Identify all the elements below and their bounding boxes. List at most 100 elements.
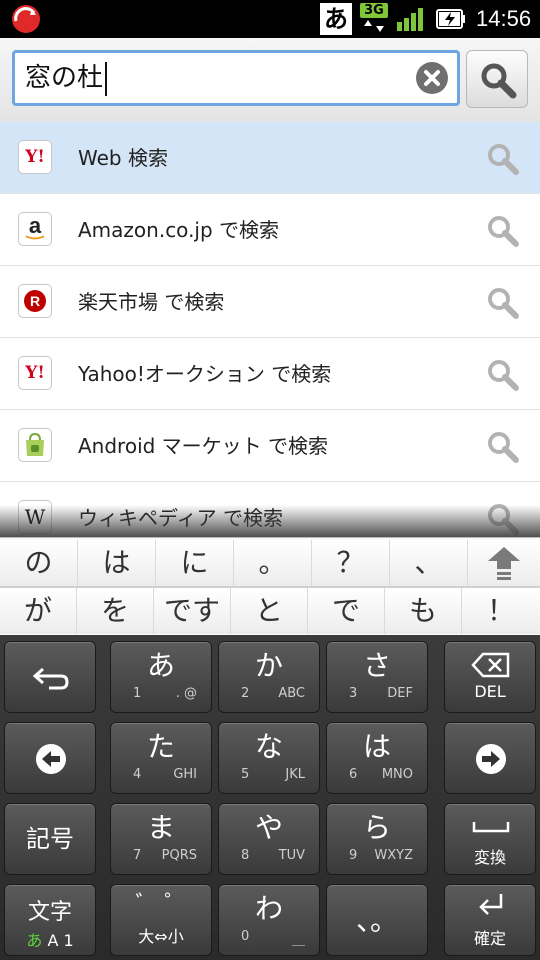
prediction-item[interactable]: は xyxy=(78,540,156,586)
key-a-row[interactable]: あ 1 . @ xyxy=(110,641,212,713)
arrow-left-icon xyxy=(36,744,66,774)
input-mode-label: 文字 xyxy=(27,900,72,925)
undo-key[interactable] xyxy=(4,641,96,713)
signal-icon xyxy=(397,8,423,31)
search-button[interactable] xyxy=(466,50,528,108)
prediction-item[interactable]: の xyxy=(0,540,78,586)
suggestion-row-rakuten[interactable]: R 楽天市場 で検索 xyxy=(0,266,540,338)
delete-key[interactable]: DEL xyxy=(444,641,536,713)
expand-predictions-button[interactable] xyxy=(468,540,540,586)
delete-key-label: DEL xyxy=(474,682,506,701)
key-sub-label: 5 xyxy=(241,767,250,782)
input-mode-options: あ A 1 xyxy=(5,927,95,951)
key-main-label: ま xyxy=(146,811,175,844)
text-cursor xyxy=(105,61,108,96)
search-bar: 窓の杜 xyxy=(0,38,540,123)
key-wa-row[interactable]: わ 0 ＿ xyxy=(218,884,320,956)
key-sub-label: DEF xyxy=(387,686,413,701)
suggestion-list: Y! Web 検索 a Amazon.co.jp で検索 R 楽天市場 で検索 … xyxy=(0,122,540,537)
app-notification-icon xyxy=(12,5,40,33)
suggestion-row-android-market[interactable]: Android マーケット で検索 xyxy=(0,410,540,482)
cursor-right-key[interactable] xyxy=(444,722,536,794)
key-na-row[interactable]: な 5 JKL xyxy=(218,722,320,794)
ime-indicator: あ xyxy=(320,3,352,35)
key-main-label: さ xyxy=(362,649,391,682)
enter-icon xyxy=(479,894,503,915)
search-icon[interactable] xyxy=(486,214,520,248)
key-sub-label: JKL xyxy=(285,767,305,782)
clear-icon[interactable] xyxy=(415,61,449,95)
prediction-item[interactable]: に xyxy=(156,540,234,586)
amazon-icon: a xyxy=(18,212,52,246)
cursor-left-key[interactable] xyxy=(4,722,96,794)
key-main-label: た xyxy=(146,730,175,763)
data-arrows-icon xyxy=(364,20,384,32)
search-icon[interactable] xyxy=(486,502,520,536)
key-sub-label: 8 xyxy=(241,848,250,863)
convert-key[interactable]: 変換 xyxy=(444,803,536,875)
convert-key-label: 変換 xyxy=(473,848,506,867)
suggestion-label: Android マーケット で検索 xyxy=(78,434,329,458)
key-ta-row[interactable]: た 4 GHI xyxy=(110,722,212,794)
key-sub-label: WXYZ xyxy=(374,848,413,863)
prediction-item[interactable]: ？ xyxy=(312,540,390,586)
search-input[interactable]: 窓の杜 xyxy=(12,50,460,106)
key-sub-label: 4 xyxy=(133,767,142,782)
punctuation-key[interactable]: 、。 xyxy=(326,884,428,956)
prediction-item[interactable]: が xyxy=(0,588,77,634)
wikipedia-icon: W xyxy=(18,500,52,534)
network-type-label: 3G xyxy=(360,3,388,18)
key-ka-row[interactable]: か 2 ABC xyxy=(218,641,320,713)
prediction-item[interactable]: と xyxy=(231,588,308,634)
key-sub-label: TUV xyxy=(278,848,305,863)
prediction-item[interactable]: も xyxy=(385,588,462,634)
search-icon[interactable] xyxy=(486,142,520,176)
suggestion-row-amazon[interactable]: a Amazon.co.jp で検索 xyxy=(0,194,540,266)
key-ya-row[interactable]: や 8 TUV xyxy=(218,803,320,875)
key-sub-label: 1 xyxy=(133,686,142,701)
keyboard: あ 1 . @ か 2 ABC さ 3 DEF DEL た 4 GHI な 5 … xyxy=(0,635,540,960)
yahoo-auction-icon: Y! xyxy=(18,356,52,390)
key-sub-label: 9 xyxy=(349,848,358,863)
suggestion-label: Yahoo!オークション で検索 xyxy=(78,362,332,386)
magnifier-icon xyxy=(481,63,517,99)
symbol-key-label: 記号 xyxy=(26,825,74,853)
key-ma-row[interactable]: ま 7 PQRS xyxy=(110,803,212,875)
key-sub-label: 2 xyxy=(241,686,250,701)
search-icon[interactable] xyxy=(486,430,520,464)
key-sa-row[interactable]: さ 3 DEF xyxy=(326,641,428,713)
network-indicator: 3G xyxy=(360,3,388,35)
rakuten-icon-letter: R xyxy=(29,293,41,309)
undo-icon xyxy=(32,667,69,690)
prediction-item[interactable]: 。 xyxy=(234,540,312,586)
prediction-item[interactable]: 、 xyxy=(390,540,468,586)
prediction-row-2: が を です と で も ！ xyxy=(0,588,540,636)
prediction-item[interactable]: で xyxy=(308,588,385,634)
key-main-label: な xyxy=(254,730,283,763)
prediction-item[interactable]: を xyxy=(77,588,154,634)
search-query: 窓の杜 xyxy=(25,53,108,103)
suggestion-row-web[interactable]: Y! Web 検索 xyxy=(0,122,540,194)
dakuten-key[interactable]: ゛ ゜ 大⇔小 xyxy=(110,884,212,956)
space-icon xyxy=(472,822,510,833)
input-mode-key[interactable]: 文字 あ A 1 xyxy=(4,884,96,956)
key-ra-row[interactable]: ら 9 WXYZ xyxy=(326,803,428,875)
arrow-up-icon xyxy=(488,547,520,580)
prediction-item[interactable]: ！ xyxy=(462,588,540,634)
input-mode-active: あ xyxy=(26,931,43,950)
key-main-label: か xyxy=(254,649,283,682)
enter-key[interactable]: 確定 xyxy=(444,884,536,956)
suggestion-row-wikipedia[interactable]: W ウィキペディア で検索 xyxy=(0,482,540,537)
prediction-item[interactable]: です xyxy=(154,588,231,634)
backspace-icon xyxy=(471,652,510,678)
android-market-icon xyxy=(18,428,52,462)
suggestion-row-yahoo-auction[interactable]: Y! Yahoo!オークション で検索 xyxy=(0,338,540,410)
key-ha-row[interactable]: は 6 MNO xyxy=(326,722,428,794)
search-icon[interactable] xyxy=(486,358,520,392)
rakuten-icon: R xyxy=(18,284,52,318)
suggestion-label: Web 検索 xyxy=(78,146,168,170)
key-sub-label: 3 xyxy=(349,686,358,701)
symbol-key[interactable]: 記号 xyxy=(4,803,96,875)
search-icon[interactable] xyxy=(486,286,520,320)
key-sub-label: ＿ xyxy=(291,933,305,948)
